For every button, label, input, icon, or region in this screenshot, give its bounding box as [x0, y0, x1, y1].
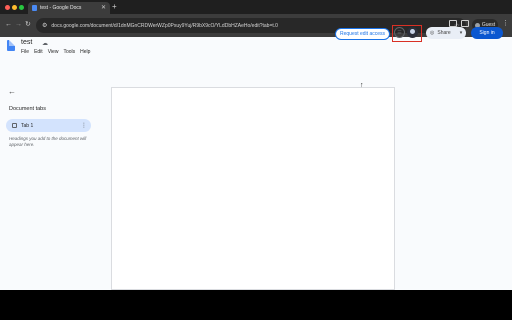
cloud-status-icon[interactable]: ☁ [42, 40, 48, 47]
outline-hint: Headings you add to the document will ap… [9, 136, 87, 147]
docs-favicon-icon [32, 5, 37, 11]
menu-help[interactable]: Help [80, 49, 90, 55]
docs-app: test ☁ File Edit View Tools Help ← Docum… [0, 37, 512, 290]
menu-file[interactable]: File [21, 49, 29, 55]
maximize-window-button[interactable] [19, 5, 24, 10]
document-title[interactable]: test [21, 39, 32, 46]
browser-tabstrip: test - Google Docs ✕ + [0, 0, 512, 14]
mouse-cursor-icon: ↑ [360, 82, 364, 89]
docs-menubar: File Edit View Tools Help [21, 49, 90, 55]
collapse-outline-arrow-icon[interactable]: ← [8, 87, 16, 96]
docs-logo-icon[interactable] [7, 40, 15, 51]
request-edit-access-button[interactable]: Request edit access [335, 28, 390, 40]
back-arrow-icon[interactable]: ← [5, 21, 12, 29]
document-tabs-title: Document tabs [9, 106, 46, 112]
document-page[interactable] [111, 87, 395, 290]
cast-icon[interactable] [449, 20, 457, 27]
menu-view[interactable]: View [48, 49, 59, 55]
tab-more-options-icon[interactable]: ⋮ [81, 122, 87, 129]
reload-icon[interactable]: ↻ [25, 21, 31, 29]
tab-doc-icon [12, 123, 17, 128]
document-tab-1[interactable]: Tab 1 ⋮ [6, 119, 91, 132]
plus-icon[interactable]: + [112, 2, 117, 12]
avatar[interactable] [407, 27, 418, 38]
globe-icon: ◎ [430, 30, 435, 36]
site-info-icon[interactable]: ⚙ [42, 22, 47, 29]
forward-arrow-icon[interactable]: → [15, 21, 22, 29]
share-label: Share [437, 30, 451, 36]
chevron-down-icon: ▾ [459, 30, 463, 36]
menu-tools[interactable]: Tools [63, 49, 75, 55]
close-icon[interactable]: ✕ [101, 5, 106, 11]
browser-tab-title: test - Google Docs [40, 5, 82, 11]
menu-edit[interactable]: Edit [34, 49, 43, 55]
share-button[interactable]: ◎ Share ▾ [426, 27, 466, 39]
sign-in-button[interactable]: Sign in [471, 27, 503, 39]
bottom-black-bar [0, 290, 512, 320]
browser-menu-icon[interactable]: ⋮ [502, 20, 509, 28]
side-panel-icon[interactable] [461, 20, 469, 27]
screen: test - Google Docs ✕ + ← → ↻ ⚙ docs.goog… [0, 0, 512, 320]
comment-history-icon[interactable]: ☰ [394, 27, 405, 38]
document-tab-label: Tab 1 [21, 122, 34, 129]
close-window-button[interactable] [5, 5, 10, 10]
browser-tab[interactable]: test - Google Docs ✕ [28, 2, 110, 14]
minimize-window-button[interactable] [12, 5, 17, 10]
